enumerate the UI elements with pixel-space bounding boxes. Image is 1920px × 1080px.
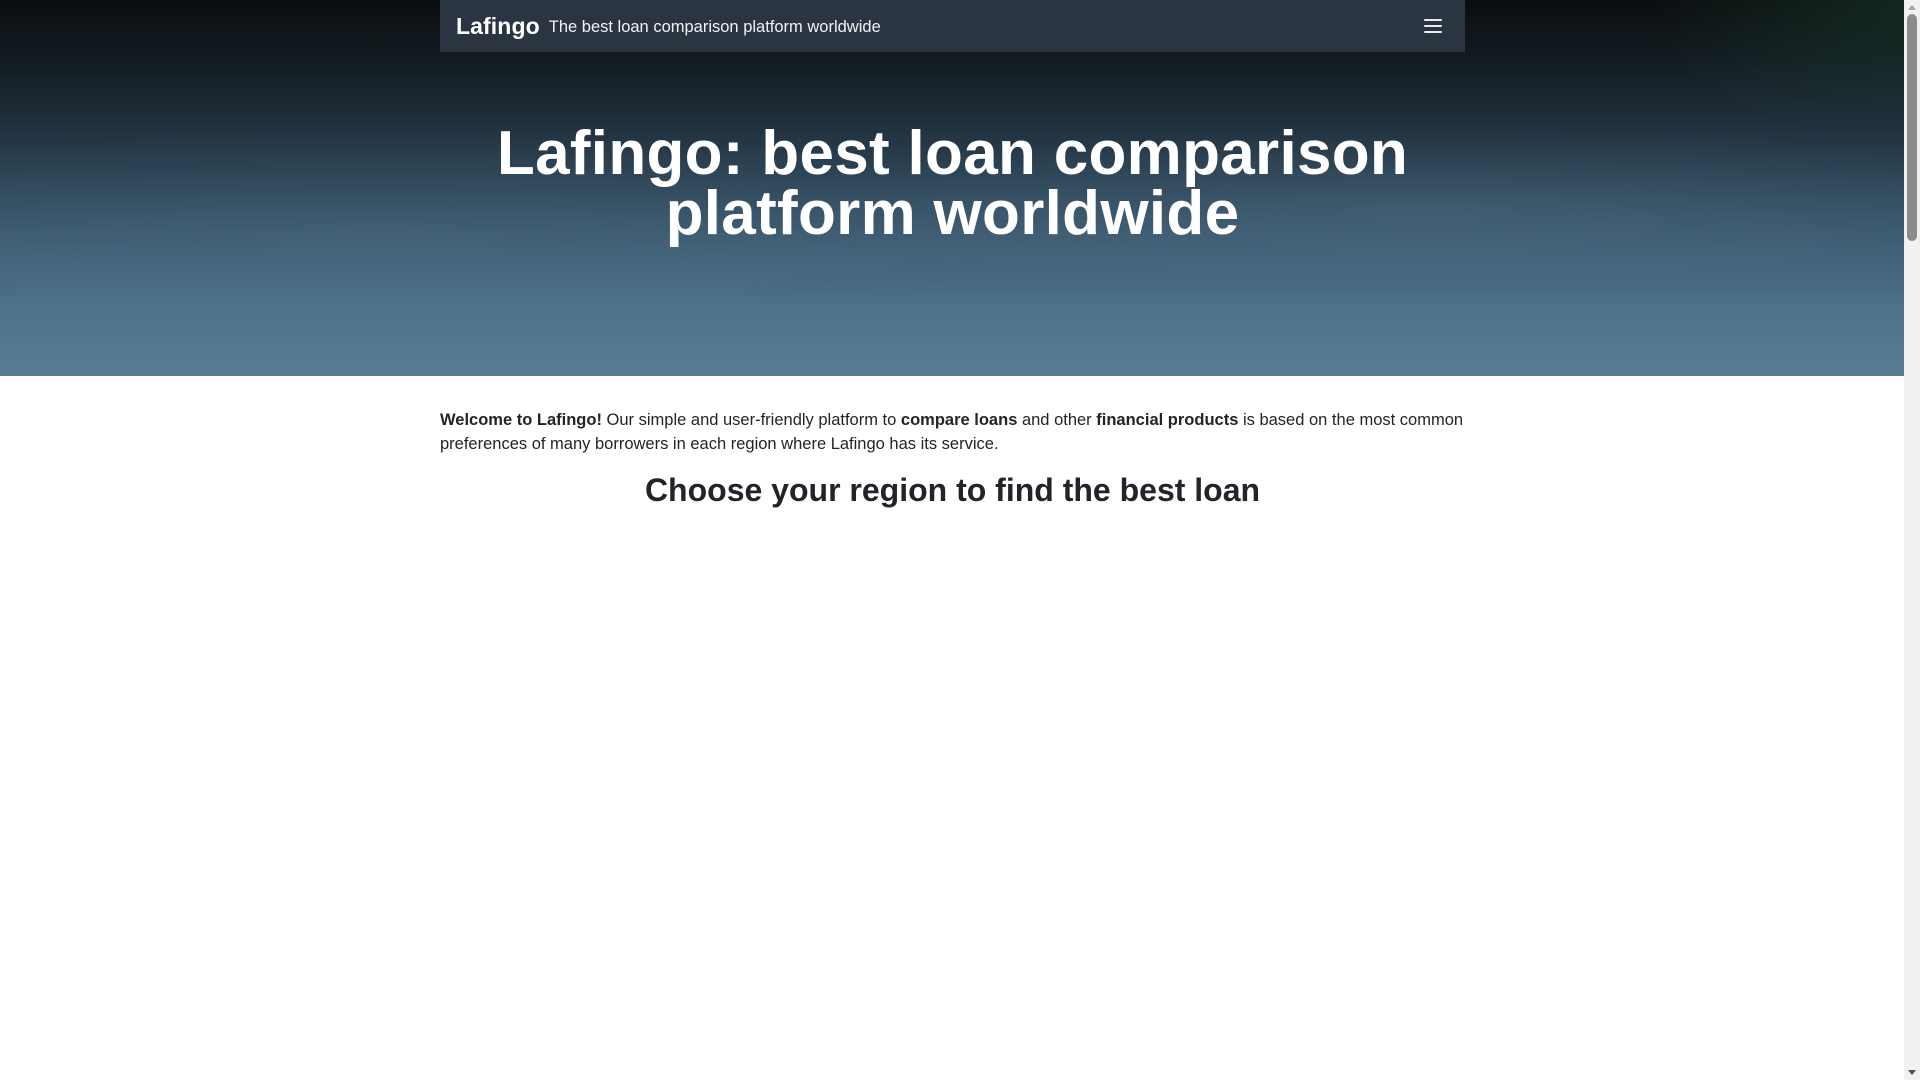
hero-banner: Lafingo The best loan comparison platfor… <box>0 0 1904 376</box>
intro-text-2: and other <box>1017 411 1097 429</box>
hamburger-menu-icon[interactable] <box>1424 15 1446 37</box>
menu-bar <box>1424 19 1442 21</box>
menu-bar <box>1424 25 1442 27</box>
intro-compare-loans: compare loans <box>900 411 1018 429</box>
intro-text-1: Our simple and user-friendly platform to <box>601 411 901 429</box>
vertical-scrollbar[interactable] <box>1904 0 1920 1080</box>
navbar: Lafingo The best loan comparison platfor… <box>440 0 1465 52</box>
scroll-down-arrow-icon[interactable] <box>1904 1066 1920 1080</box>
brand-logo-link[interactable]: Lafingo <box>456 13 540 40</box>
menu-bar <box>1424 31 1442 33</box>
page: Lafingo The best loan comparison platfor… <box>0 0 1904 1080</box>
intro-welcome: Welcome to Lafingo! <box>440 411 602 429</box>
browser-viewport: Lafingo The best loan comparison platfor… <box>0 0 1920 1080</box>
intro-paragraph: Welcome to Lafingo! Our simple and user-… <box>440 408 1465 456</box>
scroll-up-arrow-icon[interactable] <box>1904 0 1920 14</box>
intro-financial-products: financial products <box>1096 411 1239 429</box>
region-heading: Choose your region to find the best loan <box>644 472 1261 508</box>
scrollbar-thumb[interactable] <box>1907 14 1917 241</box>
hero-title: Lafingo: best loan comparison platform w… <box>496 119 1409 248</box>
brand-tagline: The best loan comparison platform worldw… <box>548 18 881 36</box>
